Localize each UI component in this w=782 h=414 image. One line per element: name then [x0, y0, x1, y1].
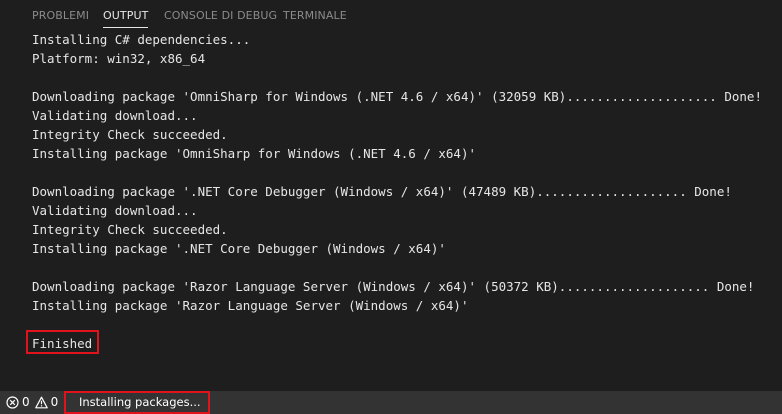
output-line: Validating download...: [32, 203, 198, 218]
output-line: Downloading package 'Razor Language Serv…: [32, 279, 755, 294]
output-line: Downloading package '.NET Core Debugger …: [32, 184, 732, 199]
tab-debug-console[interactable]: CONSOLE DI DEBUG: [164, 9, 277, 23]
panel-tabs: PROBLEMI OUTPUT CONSOLE DI DEBUG TERMINA…: [0, 0, 782, 30]
output-line: Downloading package 'OmniSharp for Windo…: [32, 89, 762, 104]
tab-terminal[interactable]: TERMINALE: [283, 9, 347, 23]
output-console[interactable]: Installing C# dependencies... Platform: w…: [0, 30, 782, 391]
tab-problems[interactable]: PROBLEMI: [32, 9, 89, 23]
problems-indicator[interactable]: 0 0: [6, 391, 63, 414]
installing-packages-label: Installing packages...: [79, 395, 201, 409]
warnings-count: 0: [50, 395, 59, 409]
warning-triangle-icon: [34, 396, 48, 409]
output-line: Installing package 'Razor Language Serve…: [32, 298, 469, 313]
output-line: Installing C# dependencies...: [32, 32, 251, 47]
vscode-output-panel: PROBLEMI OUTPUT CONSOLE DI DEBUG TERMINA…: [0, 0, 782, 414]
tab-output[interactable]: OUTPUT: [103, 9, 149, 28]
finished-line: Finished: [32, 336, 93, 351]
output-line: Installing package '.NET Core Debugger (…: [32, 241, 446, 256]
error-circle-icon: [6, 396, 19, 409]
installing-packages-status[interactable]: Installing packages...: [64, 391, 210, 414]
output-line: Integrity Check succeeded.: [32, 127, 228, 142]
errors-count: 0: [22, 395, 30, 409]
output-line: Integrity Check succeeded.: [32, 222, 228, 237]
output-line: Platform: win32, x86_64: [32, 51, 206, 66]
output-line: Installing package 'OmniSharp for Window…: [32, 146, 477, 161]
status-bar: 0 0 Installing packages...: [0, 391, 782, 414]
output-line: Validating download...: [32, 108, 198, 123]
